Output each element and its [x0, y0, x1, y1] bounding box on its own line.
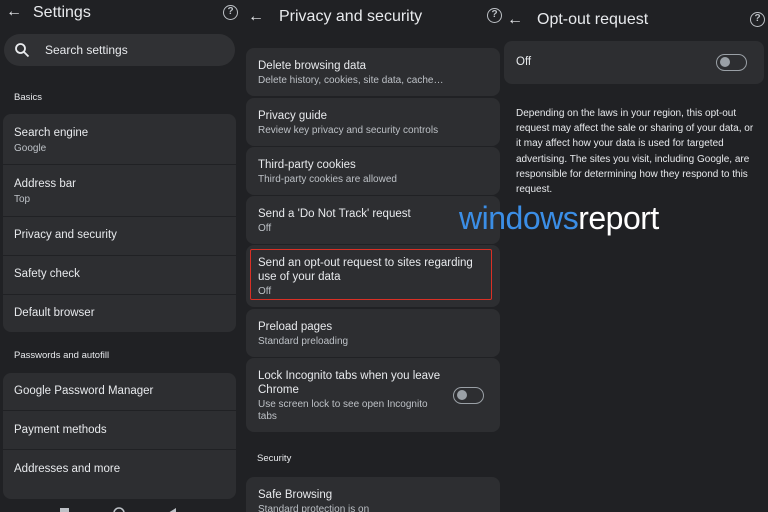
settings-item-sub: Google [14, 143, 47, 154]
settings-item-label: Default browser [14, 307, 95, 319]
privacy-item-label: Third-party cookies [258, 159, 356, 171]
optout-toggle-row[interactable]: Off [504, 41, 764, 84]
settings-item-label: Addresses and more [14, 463, 121, 475]
settings-item-default-browser[interactable]: Default browser [3, 296, 236, 332]
privacy-item-label: Delete browsing data [258, 60, 367, 72]
basics-group: Search engine Google Address bar Top Pri… [3, 114, 236, 332]
privacy-title: Privacy and security [279, 8, 423, 25]
settings-item-label: Privacy and security [14, 229, 117, 241]
privacy-item-sub: Standard preloading [258, 336, 349, 347]
optout-panel: ← Opt-out request ? Off Depending on the… [504, 0, 768, 512]
privacy-item-sub: Off [258, 223, 272, 234]
privacy-item-label: Preload pages [258, 321, 333, 333]
search-settings-field[interactable]: Search settings [4, 34, 235, 66]
opt-out-highlight-box [250, 249, 492, 300]
settings-item-password-manager[interactable]: Google Password Manager [3, 373, 236, 411]
back-arrow-icon[interactable]: ← [248, 8, 264, 26]
settings-item-label: Safety check [14, 268, 80, 280]
privacy-item-label: Safe Browsing [258, 489, 333, 501]
privacy-item-safe-browsing[interactable]: Safe Browsing Standard protection is on [246, 477, 500, 512]
settings-item-label: Payment methods [14, 424, 107, 436]
search-icon [15, 43, 30, 58]
privacy-item-preload-pages[interactable]: Preload pages Standard preloading [246, 309, 500, 357]
toggle-knob [457, 390, 467, 400]
passwords-group: Google Password Manager Payment methods … [3, 373, 236, 499]
privacy-item-lock-incognito[interactable]: Lock Incognito tabs when you leave Chrom… [246, 358, 500, 432]
help-icon[interactable]: ? [750, 12, 765, 27]
settings-item-addresses[interactable]: Addresses and more [3, 451, 236, 491]
settings-top-bar: ← Settings ? [0, 0, 242, 30]
privacy-item-label: Send a 'Do Not Track' request [258, 208, 411, 220]
settings-item-search-engine[interactable]: Search engine Google [3, 114, 236, 165]
recents-nav-icon [113, 507, 125, 512]
toggle-knob [720, 57, 730, 67]
privacy-panel: ← Privacy and security ? Delete browsing… [242, 0, 504, 512]
optout-description: Depending on the laws in your region, th… [516, 108, 754, 196]
optout-title: Opt-out request [537, 11, 649, 28]
settings-item-payment-methods[interactable]: Payment methods [3, 412, 236, 450]
home-nav-icon [60, 508, 69, 512]
lock-incognito-toggle[interactable] [453, 387, 484, 404]
security-header: Security [257, 453, 292, 464]
privacy-item-sub: Delete history, cookies, site data, cach… [258, 75, 444, 86]
back-nav-icon [169, 508, 176, 512]
settings-item-safety-check[interactable]: Safety check [3, 257, 236, 295]
windowsreport-watermark: windowsreport [459, 200, 659, 237]
privacy-item-sub: Use screen lock to see open Incognito ta… [258, 399, 428, 422]
settings-title: Settings [33, 4, 91, 21]
back-arrow-icon[interactable]: ← [507, 11, 523, 29]
privacy-item-sub: Third-party cookies are allowed [258, 174, 397, 185]
privacy-top-bar: ← Privacy and security ? [242, 0, 504, 30]
privacy-item-delete-browsing-data[interactable]: Delete browsing data Delete history, coo… [246, 48, 500, 96]
optout-top-bar: ← Opt-out request ? [504, 0, 768, 30]
privacy-item-privacy-guide[interactable]: Privacy guide Review key privacy and sec… [246, 98, 500, 146]
optout-toggle[interactable] [716, 54, 747, 71]
settings-item-label: Search engine [14, 127, 89, 139]
settings-item-label: Address bar [14, 178, 77, 190]
privacy-item-sub: Review key privacy and security controls [258, 125, 439, 136]
help-icon[interactable]: ? [487, 8, 502, 23]
help-icon[interactable]: ? [223, 5, 238, 20]
settings-item-sub: Top [14, 194, 31, 205]
settings-panel: ← Settings ? Search settings Basics Sear… [0, 0, 242, 512]
system-nav-bar [60, 507, 176, 512]
privacy-item-third-party-cookies[interactable]: Third-party cookies Third-party cookies … [246, 147, 500, 195]
privacy-item-label: Privacy guide [258, 110, 328, 122]
optout-toggle-label: Off [516, 56, 532, 68]
settings-item-address-bar[interactable]: Address bar Top [3, 166, 236, 217]
watermark-part1: windows [459, 200, 579, 236]
privacy-item-label: Lock Incognito tabs when you leave Chrom… [258, 370, 441, 396]
privacy-item-sub: Standard protection is on [258, 504, 370, 512]
back-arrow-icon[interactable]: ← [6, 3, 22, 21]
passwords-header: Passwords and autofill [14, 350, 110, 361]
settings-item-label: Google Password Manager [14, 385, 154, 397]
watermark-part2: report [578, 200, 659, 236]
basics-header: Basics [14, 92, 42, 103]
search-placeholder: Search settings [45, 43, 128, 57]
settings-item-privacy-and-security[interactable]: Privacy and security [3, 218, 236, 256]
